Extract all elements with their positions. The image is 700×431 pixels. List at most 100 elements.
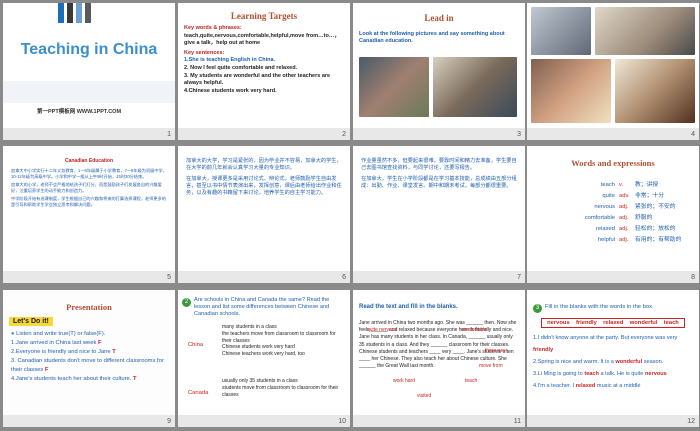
paragraph-2: 加拿大的小学，老师不会严格地给孩子们打分，而是鼓励孩子们发展各自的兴趣爱好，注重… [11, 182, 162, 193]
photo-school-2 [595, 7, 695, 55]
question-4: 4.I'm a teacher. I [533, 383, 575, 389]
slide-thumbnail-10[interactable]: 2 Are schools in China and Canada the sa… [178, 290, 350, 427]
answer-4: move from [479, 363, 503, 369]
word-box-item: friendly [575, 320, 597, 326]
word-english: relaxed [595, 226, 615, 232]
word-pos: adj. [619, 237, 629, 243]
word-row: nervous adj. 紧张的；不安的 [527, 202, 699, 213]
slide-thumbnail-8[interactable]: Words and expressions teach v. 教；讲授 quite ad… [527, 146, 699, 283]
paragraph-2: 在加拿大，授课更多是采用讨论式、辩论式，老师鼓励学生自由发言，甚至以书中情节表演… [186, 176, 342, 196]
question-2: 2.Spring is nice and warm. It is a [533, 359, 614, 365]
slide-number: 9 [167, 418, 171, 425]
word-box-item: wonderful [629, 320, 658, 326]
answer-6: teach [465, 378, 478, 384]
word-chinese: 有用的；有帮助的 [635, 237, 682, 243]
lets-do-it-banner: Let's Do it! [9, 317, 53, 326]
slide-thumbnail-9[interactable]: Presentation Let's Do it! ● Listen and w… [3, 290, 175, 427]
slide-content: Teaching in China 第一PPT模板网 WWW.1PPT.COM [3, 3, 175, 128]
answer-7: visited [417, 393, 432, 399]
word-box: nervous friendly relaxed wonderful teach [541, 318, 685, 328]
word-chinese: 轻松的；放松的 [635, 226, 676, 232]
paragraph-1: 加拿大中小学实行十二年义务教育，1—6年级属于小学教育，7—8年级为初级中学，1… [11, 168, 167, 179]
canada-label: Canada [188, 390, 209, 396]
slide-number: 6 [342, 274, 346, 281]
photo-school-1 [531, 7, 591, 55]
answer-2: T [112, 349, 116, 355]
word-chinese: 舒服的 [635, 215, 653, 221]
word-row: teach v. 教；讲授 [527, 180, 699, 191]
slide-thumbnail-11[interactable]: Read the text and fill in the blanks. Ja… [353, 290, 525, 427]
slide-sorter-grid: Teaching in China 第一PPT模板网 WWW.1PPT.COM … [0, 0, 700, 431]
answer-5: work hard [393, 378, 415, 384]
photo-classroom-2 [433, 57, 517, 117]
word-row: quite adv. 非常；十分 [527, 191, 699, 202]
question-4-end: music at a middle [596, 383, 641, 389]
slide-title: Words and expressions [571, 158, 655, 168]
sentence-4: 4.Chinese students work very hard. [184, 87, 277, 94]
slide-number: 3 [517, 131, 521, 138]
slide-content: Canadian Education 加拿大中小学实行十二年义务教育，1—6年级… [3, 146, 175, 271]
slide-number: 7 [517, 274, 521, 281]
slide-thumbnail-6[interactable]: 加拿大的大学，学习是紧张的，因为毕业并不容易，加拿大的学生，在大学的前几年就会认… [178, 146, 350, 283]
word-english: comfortable [584, 215, 615, 221]
china-text: many students in a class the teachers mo… [222, 324, 336, 358]
slide-content [527, 3, 699, 128]
slide-content: Learning Targets Key words & phrases: te… [178, 3, 350, 128]
sentence-1: 1.She is teaching English in China. [184, 57, 276, 64]
answer-3: F [44, 367, 49, 373]
word-row: relaxed adj. 轻松的；放松的 [527, 224, 699, 235]
answer-2: wonderful [615, 359, 643, 365]
slide-content: Read the text and fill in the blanks. Ja… [353, 290, 525, 415]
word-chinese: 教；讲授 [635, 182, 659, 188]
sentence-3: 3. My students are wonderful and the oth… [184, 72, 331, 87]
question-3: 3. Canadian students don't move to diffe… [11, 358, 164, 373]
slide-thumbnail-4[interactable]: 4 [527, 3, 699, 140]
word-chinese: 紧张的；不安的 [635, 204, 676, 210]
slide-number: 1 [167, 131, 171, 138]
slide-thumbnail-5[interactable]: Canadian Education 加拿大中小学实行十二年义务教育，1—6年级… [3, 146, 175, 283]
answer-2: comfortable [461, 327, 488, 333]
paragraph-2: 在加拿大，学生在小学阶段都是在学习基本技能，总成绩由五部分组成：出勤、作业、课堂… [361, 176, 517, 189]
slide-number: 5 [167, 274, 171, 281]
word-box-item: relaxed [603, 320, 624, 326]
slide-content: 作业量虽然不多，但要起来很难，要靠时间和精力去准备，学生要自己去图书馆查找资料，… [353, 146, 525, 271]
slide-content: 3 Fill in the blanks with the words in t… [527, 290, 699, 415]
canada-text: usually only 35 students in a class stud… [222, 378, 339, 398]
slide-thumbnail-2[interactable]: Learning Targets Key words & phrases: te… [178, 3, 350, 140]
photo-school-3 [531, 59, 611, 123]
photo-classroom-1 [359, 57, 429, 117]
keywords-label: Key words & phrases: [184, 25, 242, 31]
slide-thumbnail-12[interactable]: 3 Fill in the blanks with the words in t… [527, 290, 699, 427]
slide-title: Teaching in China [20, 41, 158, 58]
answer-3b: nervous [645, 371, 667, 377]
instruction: Listen and write true(T) or false(F). [16, 331, 106, 337]
question-2: 2.Everyone is friendly and nice to Jane [11, 349, 111, 355]
answer-4: relaxed [575, 383, 596, 389]
question-3: 3.Li Ming is going to [533, 371, 583, 377]
slide-text: Look at the following pictures and say s… [359, 31, 505, 44]
question-4: 4.Jane's students teach her about their … [11, 376, 132, 382]
word-english: nervous [594, 204, 615, 210]
question-2-end: season. [643, 359, 664, 365]
slide-thumbnail-3[interactable]: Lead in Look at the following pictures a… [353, 3, 525, 140]
slide-content: Lead in Look at the following pictures a… [353, 3, 525, 128]
paragraph-1: 加拿大的大学，学习是紧张的，因为毕业并不容易，加拿大的学生，在大学的前几年就会认… [186, 158, 342, 171]
answer-1: friendly [533, 347, 554, 353]
word-list: teach v. 教；讲授 quite adv. 非常；十分 nervous adj. 紧张的；… [527, 180, 699, 246]
word-pos: adv. [619, 193, 630, 199]
slide-content: 2 Are schools in China and Canada the sa… [178, 290, 350, 415]
question-3-mid: a talk. He is quite [600, 371, 644, 377]
answer-4: T [132, 376, 137, 382]
slide-content: 加拿大的大学，学习是紧张的，因为毕业并不容易，加拿大的学生，在大学的前几年就会认… [178, 146, 350, 271]
question-1: 1.Jane arrived in China last week [11, 340, 97, 346]
slide-title: Read the text and fill in the blanks. [359, 304, 458, 310]
paragraph-3: 中学阶段开始有选课制度，学生根据自己的兴趣和将来的打算选择课程，老师更多的是引导… [11, 196, 166, 207]
number-badge: 2 [182, 298, 191, 307]
bullet-icon: ● [11, 331, 15, 337]
slide-number: 4 [691, 131, 695, 138]
slide-thumbnail-1[interactable]: Teaching in China 第一PPT模板网 WWW.1PPT.COM … [3, 3, 175, 140]
photo-school-4 [615, 59, 695, 123]
word-english: quite [602, 193, 615, 199]
slide-number: 2 [342, 131, 346, 138]
slide-thumbnail-7[interactable]: 作业量虽然不多，但要起来很难，要靠时间和精力去准备，学生要自己去图书馆查找资料，… [353, 146, 525, 283]
